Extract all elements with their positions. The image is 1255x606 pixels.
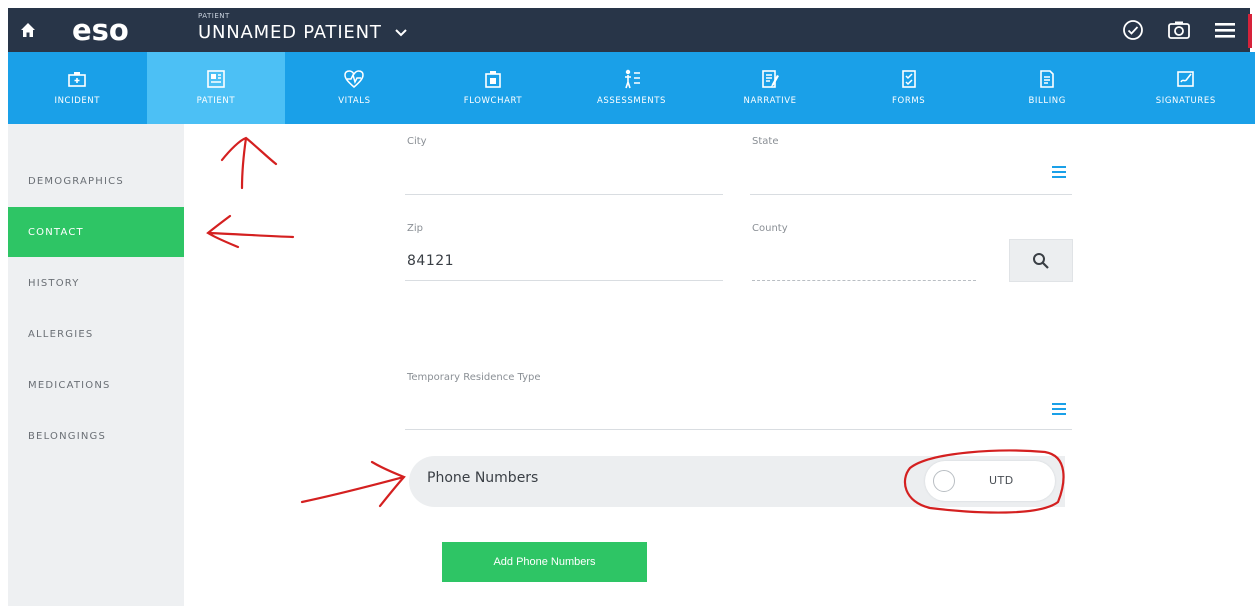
utd-radio[interactable] [933, 470, 955, 492]
menu-icon[interactable] [1202, 8, 1248, 52]
section-sidebar: DEMOGRAPHICS CONTACT HISTORY ALLERGIES M… [8, 124, 184, 606]
nav-signatures[interactable]: SIGNATURES [1117, 52, 1255, 124]
nav-label: PATIENT [196, 96, 236, 106]
utd-label: UTD [989, 474, 1014, 487]
nav-patient[interactable]: PATIENT [146, 52, 286, 124]
app-window: eso PATIENT UNNAMED PATIENT INCIDENT PAT… [0, 0, 1255, 606]
nav-billing[interactable]: BILLING [978, 52, 1117, 124]
sidebar-item-allergies[interactable]: ALLERGIES [8, 309, 184, 359]
eso-logo[interactable]: eso [72, 8, 178, 52]
nav-label: BILLING [1028, 96, 1066, 106]
patient-selector[interactable]: PATIENT UNNAMED PATIENT [198, 12, 408, 46]
county-label: County [752, 223, 788, 234]
search-icon [1033, 252, 1049, 269]
sidebar-item-belongings[interactable]: BELONGINGS [8, 411, 184, 461]
nav-flowchart[interactable]: FLOWCHART [424, 52, 563, 124]
patient-small-label: PATIENT [198, 12, 230, 20]
nav-narrative[interactable]: NARRATIVE [701, 52, 840, 124]
sidebar-item-contact[interactable]: CONTACT [8, 207, 184, 257]
sidebar-item-history[interactable]: HISTORY [8, 258, 184, 308]
signatures-icon [1175, 68, 1197, 90]
list-icon[interactable] [1052, 166, 1066, 178]
list-icon[interactable] [1052, 403, 1066, 415]
incident-icon [66, 68, 88, 90]
home-button[interactable] [8, 8, 48, 52]
city-field[interactable] [407, 166, 721, 188]
state-select[interactable] [752, 166, 1042, 188]
patient-icon [205, 68, 227, 90]
main-nav: INCIDENT PATIENT VITALS FLOWCHART ASSESS… [8, 52, 1255, 124]
patient-name: UNNAMED PATIENT [198, 22, 382, 43]
nav-label: ASSESSMENTS [597, 96, 667, 106]
state-label: State [752, 136, 779, 147]
county-search-button[interactable] [1009, 239, 1073, 282]
zip-field[interactable]: 84121 [407, 253, 454, 269]
nav-label: FLOWCHART [463, 96, 523, 106]
camera-icon[interactable] [1156, 8, 1202, 52]
phone-numbers-label: Phone Numbers [427, 470, 539, 486]
patient-name-row: UNNAMED PATIENT [198, 20, 408, 46]
annotation-arrow-phone [300, 460, 406, 508]
red-edge-marker [1248, 14, 1252, 48]
nav-forms[interactable]: FORMS [839, 52, 978, 124]
city-label: City [407, 136, 427, 147]
county-underline [752, 280, 976, 281]
city-underline [405, 194, 723, 195]
annotation-arrow-contact [206, 214, 295, 249]
top-right-actions [1110, 8, 1248, 52]
narrative-icon [759, 68, 781, 90]
home-icon [21, 23, 35, 37]
nav-vitals[interactable]: VITALS [285, 52, 424, 124]
temp-residence-label: Temporary Residence Type [407, 372, 541, 383]
check-circle-icon[interactable] [1110, 8, 1156, 52]
county-field[interactable] [752, 253, 976, 275]
nav-label: VITALS [338, 96, 371, 106]
nav-label: NARRATIVE [743, 96, 797, 106]
sidebar-item-medications[interactable]: MEDICATIONS [8, 360, 184, 410]
vitals-icon [343, 68, 365, 90]
temp-residence-underline [405, 429, 1072, 430]
zip-label: Zip [407, 223, 423, 234]
annotation-arrow-patient [220, 136, 278, 190]
forms-icon [898, 68, 920, 90]
nav-incident[interactable]: INCIDENT [8, 52, 147, 124]
sidebar-item-demographics[interactable]: DEMOGRAPHICS [8, 156, 184, 206]
zip-underline [405, 280, 723, 281]
top-bar: eso PATIENT UNNAMED PATIENT [8, 8, 1252, 52]
nav-label: SIGNATURES [1155, 96, 1216, 106]
nav-assessments[interactable]: ASSESSMENTS [562, 52, 701, 124]
add-phone-numbers-button[interactable]: Add Phone Numbers [442, 542, 647, 582]
billing-icon [1036, 68, 1058, 90]
assessments-icon [621, 68, 643, 90]
flowchart-icon [482, 68, 504, 90]
nav-label: FORMS [892, 96, 926, 106]
nav-label: INCIDENT [54, 96, 101, 106]
state-underline [750, 194, 1072, 195]
temp-residence-select[interactable] [407, 398, 1037, 420]
chevron-down-icon[interactable] [394, 28, 408, 38]
